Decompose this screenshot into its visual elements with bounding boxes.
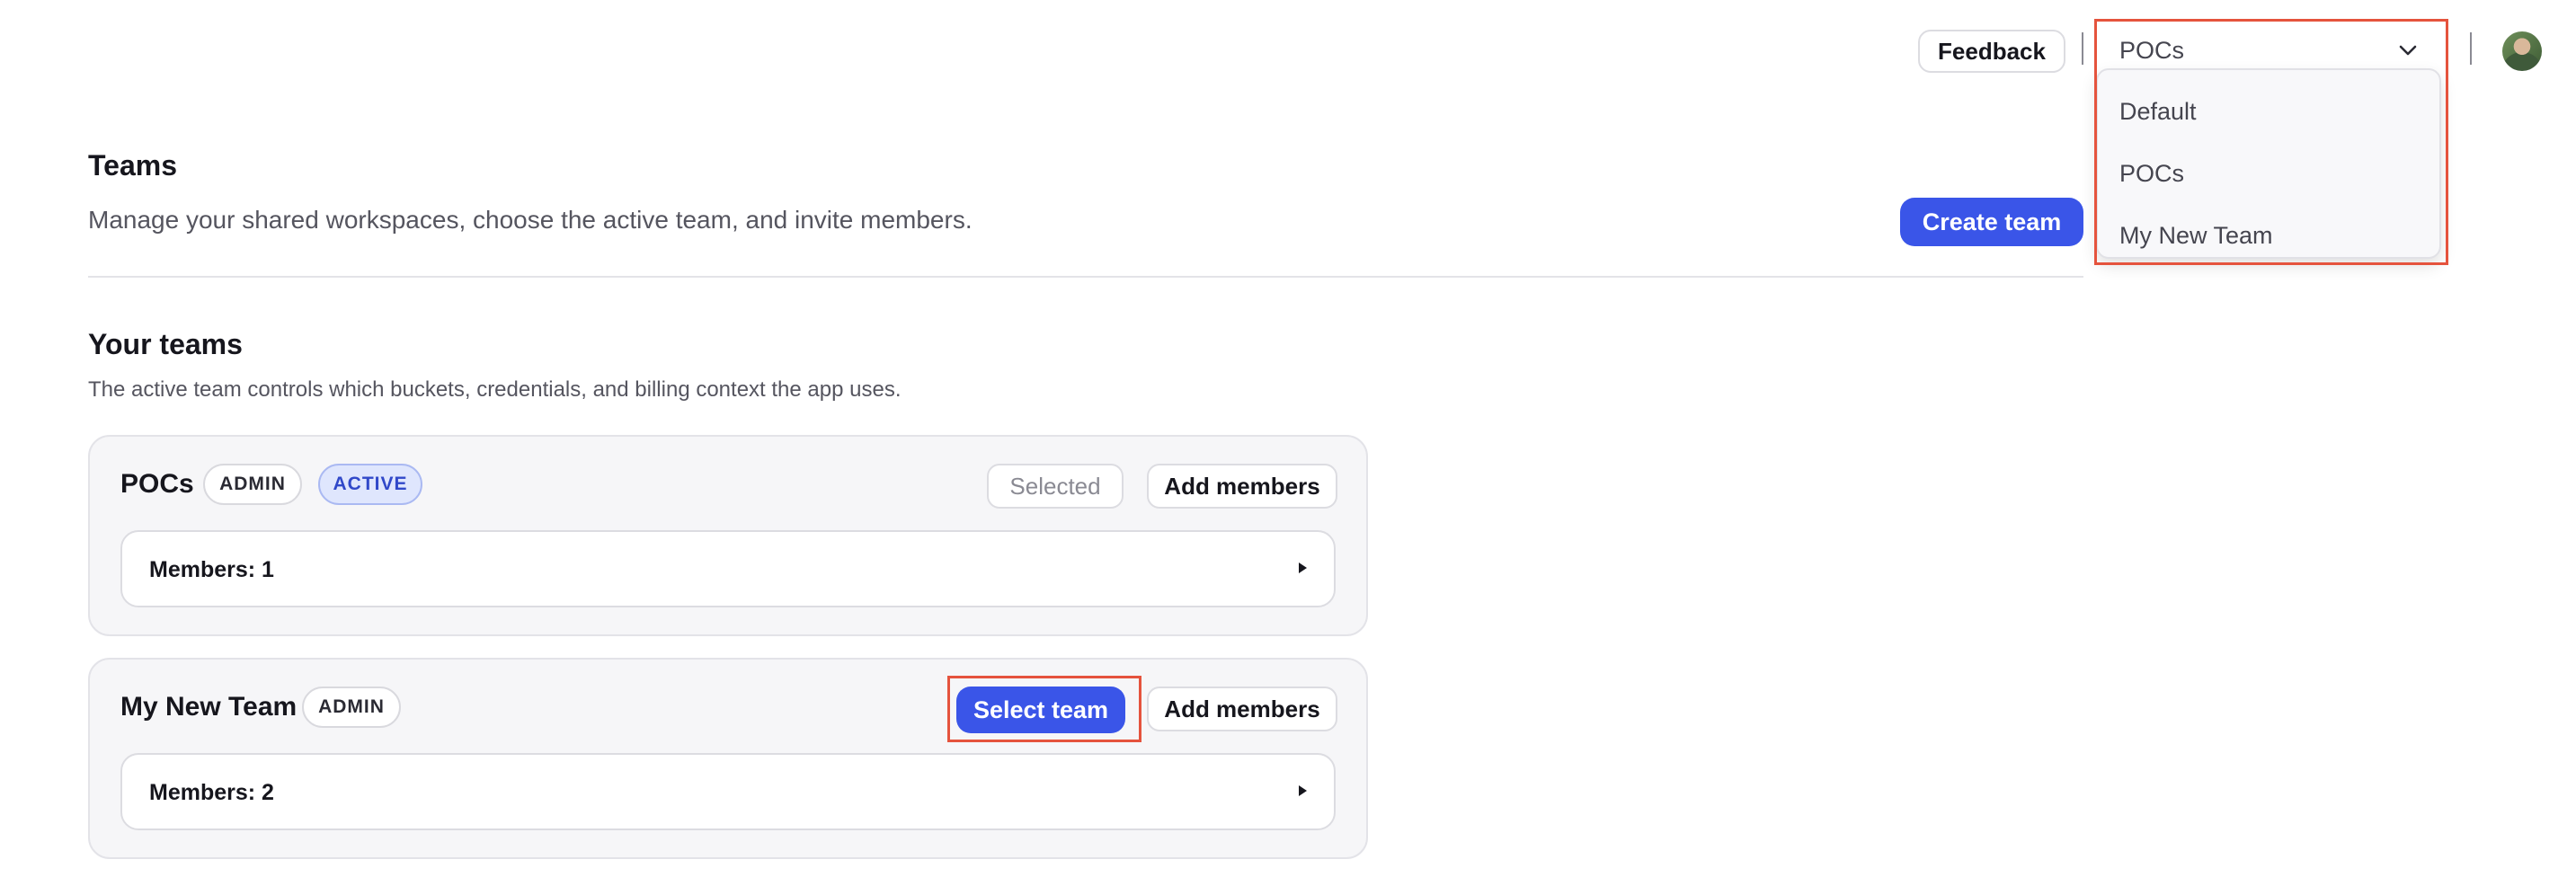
add-members-button[interactable]: Add members — [1147, 687, 1337, 731]
team-selector-value: POCs — [2119, 36, 2185, 64]
disclosure-triangle-icon — [1299, 785, 1307, 796]
page-subtitle: Manage your shared workspaces, choose th… — [88, 206, 973, 234]
disclosure-triangle-icon — [1299, 563, 1307, 573]
top-bar: Feedback POCs Default POCs My New Team — [0, 0, 2576, 265]
active-badge: ACTIVE — [318, 464, 422, 505]
team-name: POCs — [120, 469, 194, 499]
members-disclosure[interactable]: Members: 1 — [120, 530, 1336, 607]
your-teams-description: The active team controls which buckets, … — [88, 377, 902, 402]
members-disclosure[interactable]: Members: 2 — [120, 753, 1336, 830]
divider-vertical — [2082, 32, 2083, 65]
page-title: Teams — [88, 149, 178, 182]
selected-button[interactable]: Selected — [987, 464, 1124, 509]
dropdown-option-pocs[interactable]: POCs — [2098, 143, 2439, 205]
teams-page: Feedback POCs Default POCs My New Team T… — [0, 0, 2576, 886]
select-team-button[interactable]: Select team — [956, 687, 1125, 733]
chevron-down-icon — [2396, 39, 2420, 62]
dropdown-option-default[interactable]: Default — [2098, 81, 2439, 143]
section-divider — [88, 276, 2083, 278]
dropdown-option-my-new-team[interactable]: My New Team — [2098, 205, 2439, 267]
team-dropdown-menu: Default POCs My New Team — [2096, 68, 2441, 259]
team-card-my-new-team: My New Team ADMIN Select team Add member… — [88, 658, 1368, 859]
members-count: Members: 1 — [149, 557, 274, 582]
create-team-button[interactable]: Create team — [1900, 198, 2083, 246]
members-count: Members: 2 — [149, 780, 274, 805]
avatar[interactable] — [2502, 31, 2542, 71]
feedback-button[interactable]: Feedback — [1918, 30, 2065, 73]
team-name: My New Team — [120, 692, 298, 722]
role-badge: ADMIN — [203, 464, 302, 505]
divider-vertical-2 — [2470, 32, 2472, 65]
team-card-pocs: POCs ADMIN ACTIVE Selected Add members M… — [88, 435, 1368, 636]
add-members-button[interactable]: Add members — [1147, 464, 1337, 509]
your-teams-heading: Your teams — [88, 328, 243, 360]
role-badge: ADMIN — [302, 687, 401, 728]
